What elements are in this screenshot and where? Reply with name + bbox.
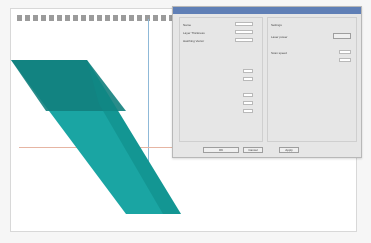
label-hatching-vector: Hatching Vector bbox=[183, 39, 205, 43]
right-row-2: Scan speed bbox=[271, 51, 287, 55]
settings-dialog[interactable]: Name Layer Thickness Hatching Vector Set… bbox=[172, 6, 362, 158]
label-name: Name bbox=[183, 23, 192, 27]
option-input-3[interactable] bbox=[243, 93, 253, 97]
right-row-1: Laser power bbox=[271, 35, 288, 39]
right-row-1-button[interactable] bbox=[333, 33, 351, 39]
label-layer-thickness: Layer Thickness bbox=[183, 31, 205, 35]
option-input-1[interactable] bbox=[243, 69, 253, 73]
dialog-button-2[interactable]: Cancel bbox=[243, 147, 263, 153]
option-input-5[interactable] bbox=[243, 109, 253, 113]
option-input-4[interactable] bbox=[243, 101, 253, 105]
dialog-titlebar[interactable] bbox=[173, 7, 361, 14]
dialog-button-3[interactable]: Apply bbox=[279, 147, 299, 153]
right-row-2-input[interactable] bbox=[339, 50, 351, 54]
right-row-3-input[interactable] bbox=[339, 58, 351, 62]
name-input[interactable] bbox=[235, 22, 253, 26]
option-input-2[interactable] bbox=[243, 77, 253, 81]
layer-thickness-input[interactable] bbox=[235, 30, 253, 34]
app-frame: Name Layer Thickness Hatching Vector Set… bbox=[0, 0, 371, 243]
hatching-vector-input[interactable] bbox=[235, 38, 253, 42]
right-panel-title: Settings bbox=[271, 23, 282, 27]
dialog-button-1[interactable]: OK bbox=[203, 147, 239, 153]
